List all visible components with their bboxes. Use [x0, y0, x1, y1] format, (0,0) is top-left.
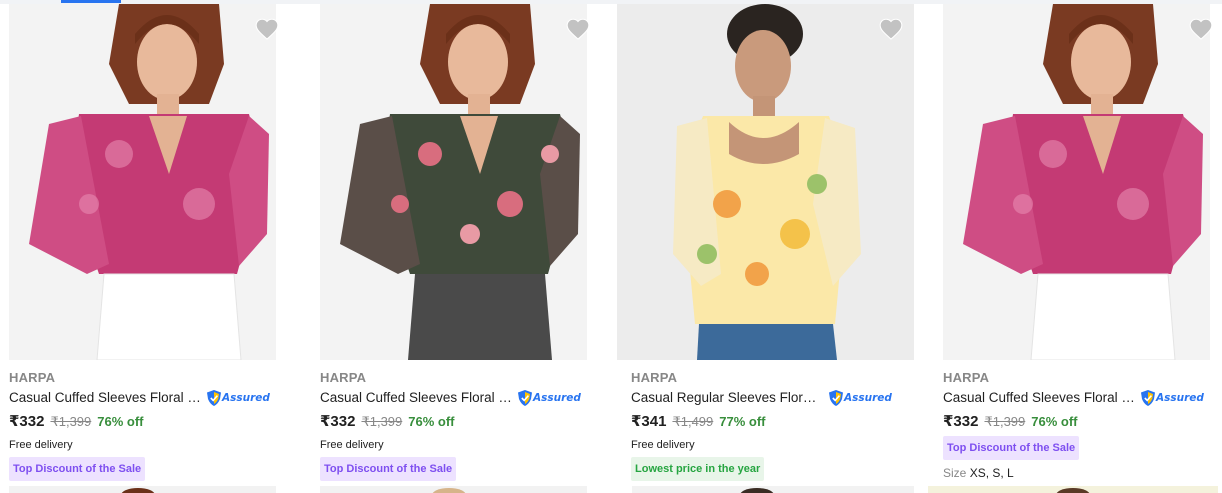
assured-badge: Assured	[1141, 389, 1204, 407]
offer-badge: Lowest price in the year	[631, 457, 765, 481]
size-label: Size	[943, 466, 967, 480]
wishlist-heart-icon[interactable]	[565, 16, 591, 42]
assured-badge: Assured	[829, 389, 892, 407]
wishlist-heart-icon[interactable]	[1188, 16, 1214, 42]
offer-badge: Top Discount of the Sale	[943, 436, 1080, 460]
original-price: ₹1,399	[984, 414, 1026, 429]
original-price: ₹1,499	[672, 414, 714, 429]
product-title-link[interactable]: Casual Cuffed Sleeves Floral Print Women…	[9, 388, 201, 408]
discount-percent: 76% off	[97, 414, 144, 429]
selling-price: ₹341	[631, 413, 667, 430]
delivery-info: Free delivery	[631, 439, 695, 451]
assured-badge: Assured	[207, 389, 270, 407]
product-info: HARPA Casual Cuffed Sleeves Floral Print…	[943, 370, 1222, 480]
active-tab-underline	[61, 0, 121, 3]
next-row-product-image[interactable]	[632, 486, 914, 493]
next-row-product-image[interactable]	[9, 486, 276, 493]
assured-badge: Assured	[518, 389, 581, 407]
assured-label: Assured	[222, 392, 270, 404]
discount-percent: 76% off	[1031, 414, 1078, 429]
delivery-info: Free delivery	[9, 439, 73, 451]
wishlist-heart-icon[interactable]	[254, 16, 280, 42]
original-price: ₹1,399	[361, 414, 403, 429]
product-image[interactable]	[617, 4, 914, 360]
brand-name: HARPA	[631, 370, 678, 385]
product-info: HARPA Casual Cuffed Sleeves Floral Print…	[320, 370, 610, 481]
original-price: ₹1,399	[50, 414, 92, 429]
size-options: Size XS, S, L	[943, 466, 1222, 480]
discount-percent: 76% off	[408, 414, 455, 429]
product-info: HARPA Casual Regular Sleeves Floral Prin…	[631, 370, 921, 481]
product-image[interactable]	[9, 4, 276, 360]
product-card[interactable]: HARPA Casual Cuffed Sleeves Floral Print…	[9, 4, 299, 493]
delivery-info: Free delivery	[320, 439, 384, 451]
product-title-link[interactable]: Casual Regular Sleeves Floral Print Wome…	[631, 388, 823, 408]
discount-percent: 77% off	[719, 414, 766, 429]
product-title-link[interactable]: Casual Cuffed Sleeves Floral Print Women…	[943, 388, 1135, 408]
assured-label: Assured	[533, 392, 581, 404]
brand-name: HARPA	[943, 370, 990, 385]
product-card[interactable]: HARPA Casual Cuffed Sleeves Floral Print…	[943, 4, 1222, 493]
assured-label: Assured	[844, 392, 892, 404]
selling-price: ₹332	[943, 413, 979, 430]
shield-check-icon	[1141, 390, 1155, 406]
shield-check-icon	[207, 390, 221, 406]
shield-check-icon	[829, 390, 843, 406]
brand-name: HARPA	[9, 370, 56, 385]
product-image[interactable]	[943, 4, 1210, 360]
product-info: HARPA Casual Cuffed Sleeves Floral Print…	[9, 370, 299, 481]
next-row-product-image[interactable]	[928, 486, 1218, 493]
wishlist-heart-icon[interactable]	[878, 16, 904, 42]
selling-price: ₹332	[9, 413, 45, 430]
product-image[interactable]	[320, 4, 587, 360]
offer-badge: Top Discount of the Sale	[320, 457, 457, 481]
product-card[interactable]: HARPA Casual Cuffed Sleeves Floral Print…	[320, 4, 610, 493]
size-values: XS, S, L	[969, 466, 1014, 480]
product-title-link[interactable]: Casual Cuffed Sleeves Floral Print Women…	[320, 388, 512, 408]
next-row-product-image[interactable]	[320, 486, 587, 493]
product-card[interactable]: HARPA Casual Regular Sleeves Floral Prin…	[617, 4, 914, 493]
selling-price: ₹332	[320, 413, 356, 430]
offer-badge: Top Discount of the Sale	[9, 457, 146, 481]
brand-name: HARPA	[320, 370, 367, 385]
shield-check-icon	[518, 390, 532, 406]
assured-label: Assured	[1156, 392, 1204, 404]
